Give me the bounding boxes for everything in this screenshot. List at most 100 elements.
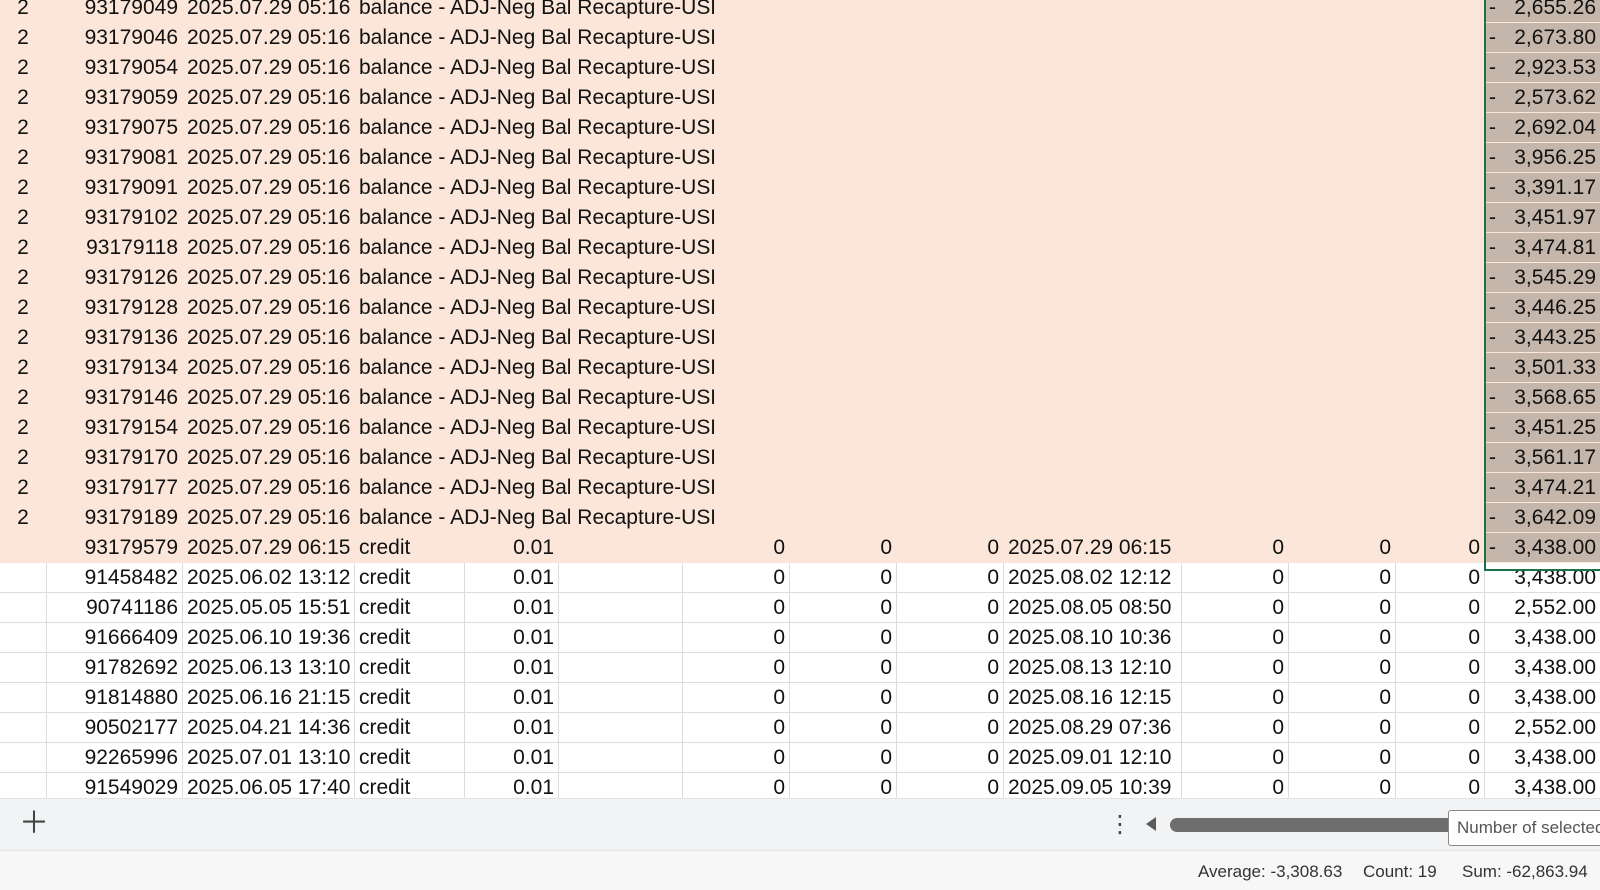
- cell-id[interactable]: 91666409: [46, 623, 182, 652]
- cell-zero[interactable]: [1181, 233, 1288, 262]
- cell-amount[interactable]: 2,573.62: [1506, 83, 1600, 112]
- cell-zero[interactable]: [896, 233, 1003, 262]
- cell-close-time[interactable]: [1003, 233, 1181, 262]
- cell-datetime[interactable]: 2025.07.29 05:16: [182, 83, 354, 112]
- cell-zero[interactable]: [1395, 53, 1484, 82]
- cell-empty[interactable]: [558, 533, 682, 562]
- cell-flag[interactable]: 2: [0, 233, 46, 262]
- cell-zero[interactable]: 0: [682, 773, 789, 798]
- cell-zero[interactable]: 0: [896, 593, 1003, 622]
- cell-amount[interactable]: 2,655.26: [1506, 0, 1600, 22]
- cell-amount[interactable]: 3,438.00: [1506, 683, 1600, 712]
- cell-zero[interactable]: [1181, 353, 1288, 382]
- cell-type[interactable]: balance - ADJ-Neg Bal Recapture-USD: [354, 0, 714, 22]
- cell-close-time[interactable]: [1003, 323, 1181, 352]
- cell-sign[interactable]: -: [1484, 23, 1506, 52]
- cell-zero[interactable]: 0: [896, 533, 1003, 562]
- cell-amount[interactable]: 3,568.65: [1506, 383, 1600, 412]
- table-row[interactable]: 2 93179154 2025.07.29 05:16 balance - ADJ-N…: [0, 413, 1600, 443]
- cell-zero[interactable]: [789, 0, 896, 22]
- cell-amount[interactable]: 3,474.21: [1506, 473, 1600, 502]
- cell-id[interactable]: 93179134: [46, 353, 182, 382]
- cell-close-time[interactable]: [1003, 143, 1181, 172]
- cell-datetime[interactable]: 2025.04.21 14:36: [182, 713, 354, 742]
- cell-zero[interactable]: [1395, 173, 1484, 202]
- cell-type[interactable]: balance - ADJ-Neg Bal Recapture-USD: [354, 263, 714, 292]
- cell-zero[interactable]: [789, 473, 896, 502]
- cell-flag[interactable]: 2: [0, 293, 46, 322]
- cell-zero[interactable]: [1288, 443, 1395, 472]
- cell-empty[interactable]: [558, 773, 682, 798]
- cell-zero[interactable]: [896, 143, 1003, 172]
- cell-sign[interactable]: [1484, 773, 1506, 798]
- cell-sign[interactable]: -: [1484, 503, 1506, 532]
- cell-zero[interactable]: [1181, 503, 1288, 532]
- cell-zero[interactable]: 0: [1288, 773, 1395, 798]
- cell-close-time[interactable]: [1003, 473, 1181, 502]
- cell-sign[interactable]: [1484, 743, 1506, 772]
- cell-value[interactable]: 0.01: [464, 653, 558, 682]
- cell-zero[interactable]: [789, 503, 896, 532]
- cell-zero[interactable]: 0: [896, 773, 1003, 798]
- cell-type[interactable]: balance - ADJ-Neg Bal Recapture-USD: [354, 413, 714, 442]
- cell-zero[interactable]: [1395, 383, 1484, 412]
- cell-zero[interactable]: [1181, 23, 1288, 52]
- cell-zero[interactable]: 0: [1395, 593, 1484, 622]
- cell-sign[interactable]: -: [1484, 473, 1506, 502]
- cell-zero[interactable]: [1181, 0, 1288, 22]
- cell-zero[interactable]: [789, 113, 896, 142]
- add-sheet-button[interactable]: ＋: [18, 809, 50, 841]
- cell-zero[interactable]: [789, 263, 896, 292]
- table-row[interactable]: 2 93179134 2025.07.29 05:16 balance - ADJ-N…: [0, 353, 1600, 383]
- cell-id[interactable]: 93179091: [46, 173, 182, 202]
- cell-zero[interactable]: [896, 443, 1003, 472]
- table-row[interactable]: 2 93179091 2025.07.29 05:16 balance - ADJ-N…: [0, 173, 1600, 203]
- cell-amount[interactable]: 3,956.25: [1506, 143, 1600, 172]
- cell-amount[interactable]: 3,438.00: [1506, 743, 1600, 772]
- cell-zero[interactable]: [1395, 443, 1484, 472]
- cell-zero[interactable]: 0: [896, 743, 1003, 772]
- cell-sign[interactable]: [1484, 713, 1506, 742]
- cell-zero[interactable]: 0: [1181, 773, 1288, 798]
- cell-id[interactable]: 91814880: [46, 683, 182, 712]
- cell-zero[interactable]: [1395, 293, 1484, 322]
- cell-type[interactable]: balance - ADJ-Neg Bal Recapture-USD: [354, 503, 714, 532]
- cell-close-time[interactable]: 2025.09.05 10:39: [1003, 773, 1181, 798]
- cell-close-time[interactable]: 2025.08.29 07:36: [1003, 713, 1181, 742]
- cell-flag[interactable]: 2: [0, 23, 46, 52]
- cell-sign[interactable]: -: [1484, 443, 1506, 472]
- cell-type[interactable]: balance - ADJ-Neg Bal Recapture-USD: [354, 203, 714, 232]
- cell-datetime[interactable]: 2025.06.02 13:12: [182, 563, 354, 592]
- cell-amount[interactable]: 3,561.17: [1506, 443, 1600, 472]
- cell-zero[interactable]: 0: [1395, 563, 1484, 592]
- cell-zero[interactable]: 0: [1288, 683, 1395, 712]
- table-row[interactable]: 2 93179189 2025.07.29 05:16 balance - ADJ-N…: [0, 503, 1600, 533]
- cell-zero[interactable]: 0: [1288, 653, 1395, 682]
- cell-datetime[interactable]: 2025.07.29 05:16: [182, 233, 354, 262]
- cell-id[interactable]: 90741186: [46, 593, 182, 622]
- cell-zero[interactable]: [1395, 353, 1484, 382]
- table-row[interactable]: 2 93179054 2025.07.29 05:16 balance - ADJ-N…: [0, 53, 1600, 83]
- cell-flag[interactable]: 2: [0, 323, 46, 352]
- cell-sign[interactable]: [1484, 563, 1506, 592]
- cell-flag[interactable]: [0, 653, 46, 682]
- cell-flag[interactable]: 2: [0, 83, 46, 112]
- cell-zero[interactable]: 0: [896, 683, 1003, 712]
- cell-close-time[interactable]: 2025.08.13 12:10: [1003, 653, 1181, 682]
- cell-zero[interactable]: 0: [682, 653, 789, 682]
- cell-sign[interactable]: -: [1484, 233, 1506, 262]
- cell-datetime[interactable]: 2025.07.29 05:16: [182, 113, 354, 142]
- cell-datetime[interactable]: 2025.06.10 19:36: [182, 623, 354, 652]
- cell-amount[interactable]: 3,438.00: [1506, 773, 1600, 798]
- cell-zero[interactable]: 0: [896, 623, 1003, 652]
- cell-type[interactable]: credit: [354, 653, 464, 682]
- cell-close-time[interactable]: [1003, 413, 1181, 442]
- cell-zero[interactable]: [896, 353, 1003, 382]
- cell-zero[interactable]: [1181, 53, 1288, 82]
- cell-zero[interactable]: [1395, 323, 1484, 352]
- cell-zero[interactable]: 0: [1395, 683, 1484, 712]
- cell-zero[interactable]: [1181, 83, 1288, 112]
- cell-close-time[interactable]: 2025.08.16 12:15: [1003, 683, 1181, 712]
- cell-id[interactable]: 93179059: [46, 83, 182, 112]
- cell-zero[interactable]: 0: [682, 563, 789, 592]
